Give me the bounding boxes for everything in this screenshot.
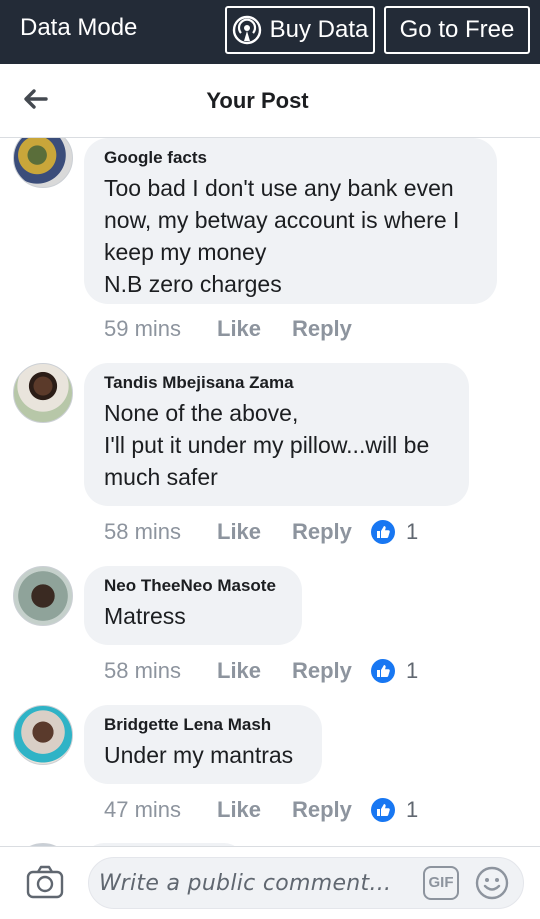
gif-button[interactable]: GIF — [423, 866, 459, 900]
data-mode-bar: Data Mode Buy Data Go to Free — [0, 0, 540, 64]
comment-input[interactable]: Write a public comment... GIF — [88, 857, 524, 909]
comment-meta: 58 mins Like Reply 1 — [104, 517, 418, 547]
thumbs-up-icon — [370, 658, 396, 684]
avatar[interactable] — [13, 705, 73, 765]
avatar[interactable] — [13, 566, 73, 626]
comment-text: Matress — [104, 603, 186, 629]
reaction-count-value: 1 — [406, 658, 419, 683]
reply-button[interactable]: Reply — [292, 316, 370, 342]
comment-meta: 47 mins Like Reply 1 — [104, 795, 418, 825]
avatar[interactable] — [13, 363, 73, 423]
avatar[interactable] — [13, 138, 73, 188]
comment-bubble: Google facts Too bad I don't use any ban… — [84, 138, 497, 304]
like-button[interactable]: Like — [217, 797, 292, 823]
signal-broadcast-icon — [232, 15, 262, 45]
comment-bubble: Bridgette Lena Mash Under my mantras — [84, 705, 322, 784]
thumbs-up-icon — [370, 519, 396, 545]
comment-text: None of the above, I'll put it under my … — [104, 400, 430, 490]
like-button[interactable]: Like — [217, 519, 292, 545]
comments-list: Google facts Too bad I don't use any ban… — [0, 138, 540, 846]
comment-meta: 58 mins Like Reply 1 — [104, 656, 418, 686]
post-header: Your Post — [0, 64, 540, 138]
comment-text: Too bad I don't use any bank even now, m… — [104, 175, 460, 297]
like-button[interactable]: Like — [217, 316, 292, 342]
comment-time: 59 mins — [104, 316, 182, 341]
comment-meta: 59 mins Like Reply — [104, 314, 370, 344]
comment-time: 58 mins — [104, 519, 182, 544]
comment-author[interactable]: Google facts — [104, 148, 475, 168]
buy-data-button[interactable]: Buy Data — [225, 6, 375, 54]
emoji-smile-icon[interactable] — [475, 866, 509, 900]
reaction-count-value: 1 — [406, 519, 419, 544]
go-to-free-button[interactable]: Go to Free — [384, 6, 530, 54]
go-to-free-label: Go to Free — [399, 16, 515, 43]
comment-author[interactable]: Bridgette Lena Mash — [104, 715, 300, 735]
comment-time: 58 mins — [104, 658, 182, 683]
comment-bubble: Tandis Mbejisana Zama None of the above,… — [84, 363, 469, 506]
comment-author[interactable]: Tandis Mbejisana Zama — [104, 373, 447, 393]
reaction-count[interactable]: 1 — [370, 797, 418, 823]
reaction-count[interactable]: 1 — [370, 658, 418, 684]
comment-text: Under my mantras — [104, 742, 294, 768]
comment-placeholder: Write a public comment... — [99, 871, 392, 896]
comment-author[interactable]: Neo TheeNeo Masote — [104, 576, 280, 596]
reply-button[interactable]: Reply — [292, 797, 370, 823]
camera-icon[interactable] — [26, 865, 64, 899]
thumbs-up-icon — [370, 797, 396, 823]
like-button[interactable]: Like — [217, 658, 292, 684]
comment-bubble: Neo TheeNeo Masote Matress — [84, 566, 302, 645]
comment-time: 47 mins — [104, 797, 182, 822]
reply-button[interactable]: Reply — [292, 658, 370, 684]
reaction-count-value: 1 — [406, 797, 419, 822]
reply-button[interactable]: Reply — [292, 519, 370, 545]
buy-data-label: Buy Data — [269, 16, 369, 43]
comment-composer: Write a public comment... GIF — [0, 846, 540, 919]
reaction-count[interactable]: 1 — [370, 519, 418, 545]
data-mode-title: Data Mode — [20, 14, 138, 41]
page-title: Your Post — [206, 88, 309, 113]
